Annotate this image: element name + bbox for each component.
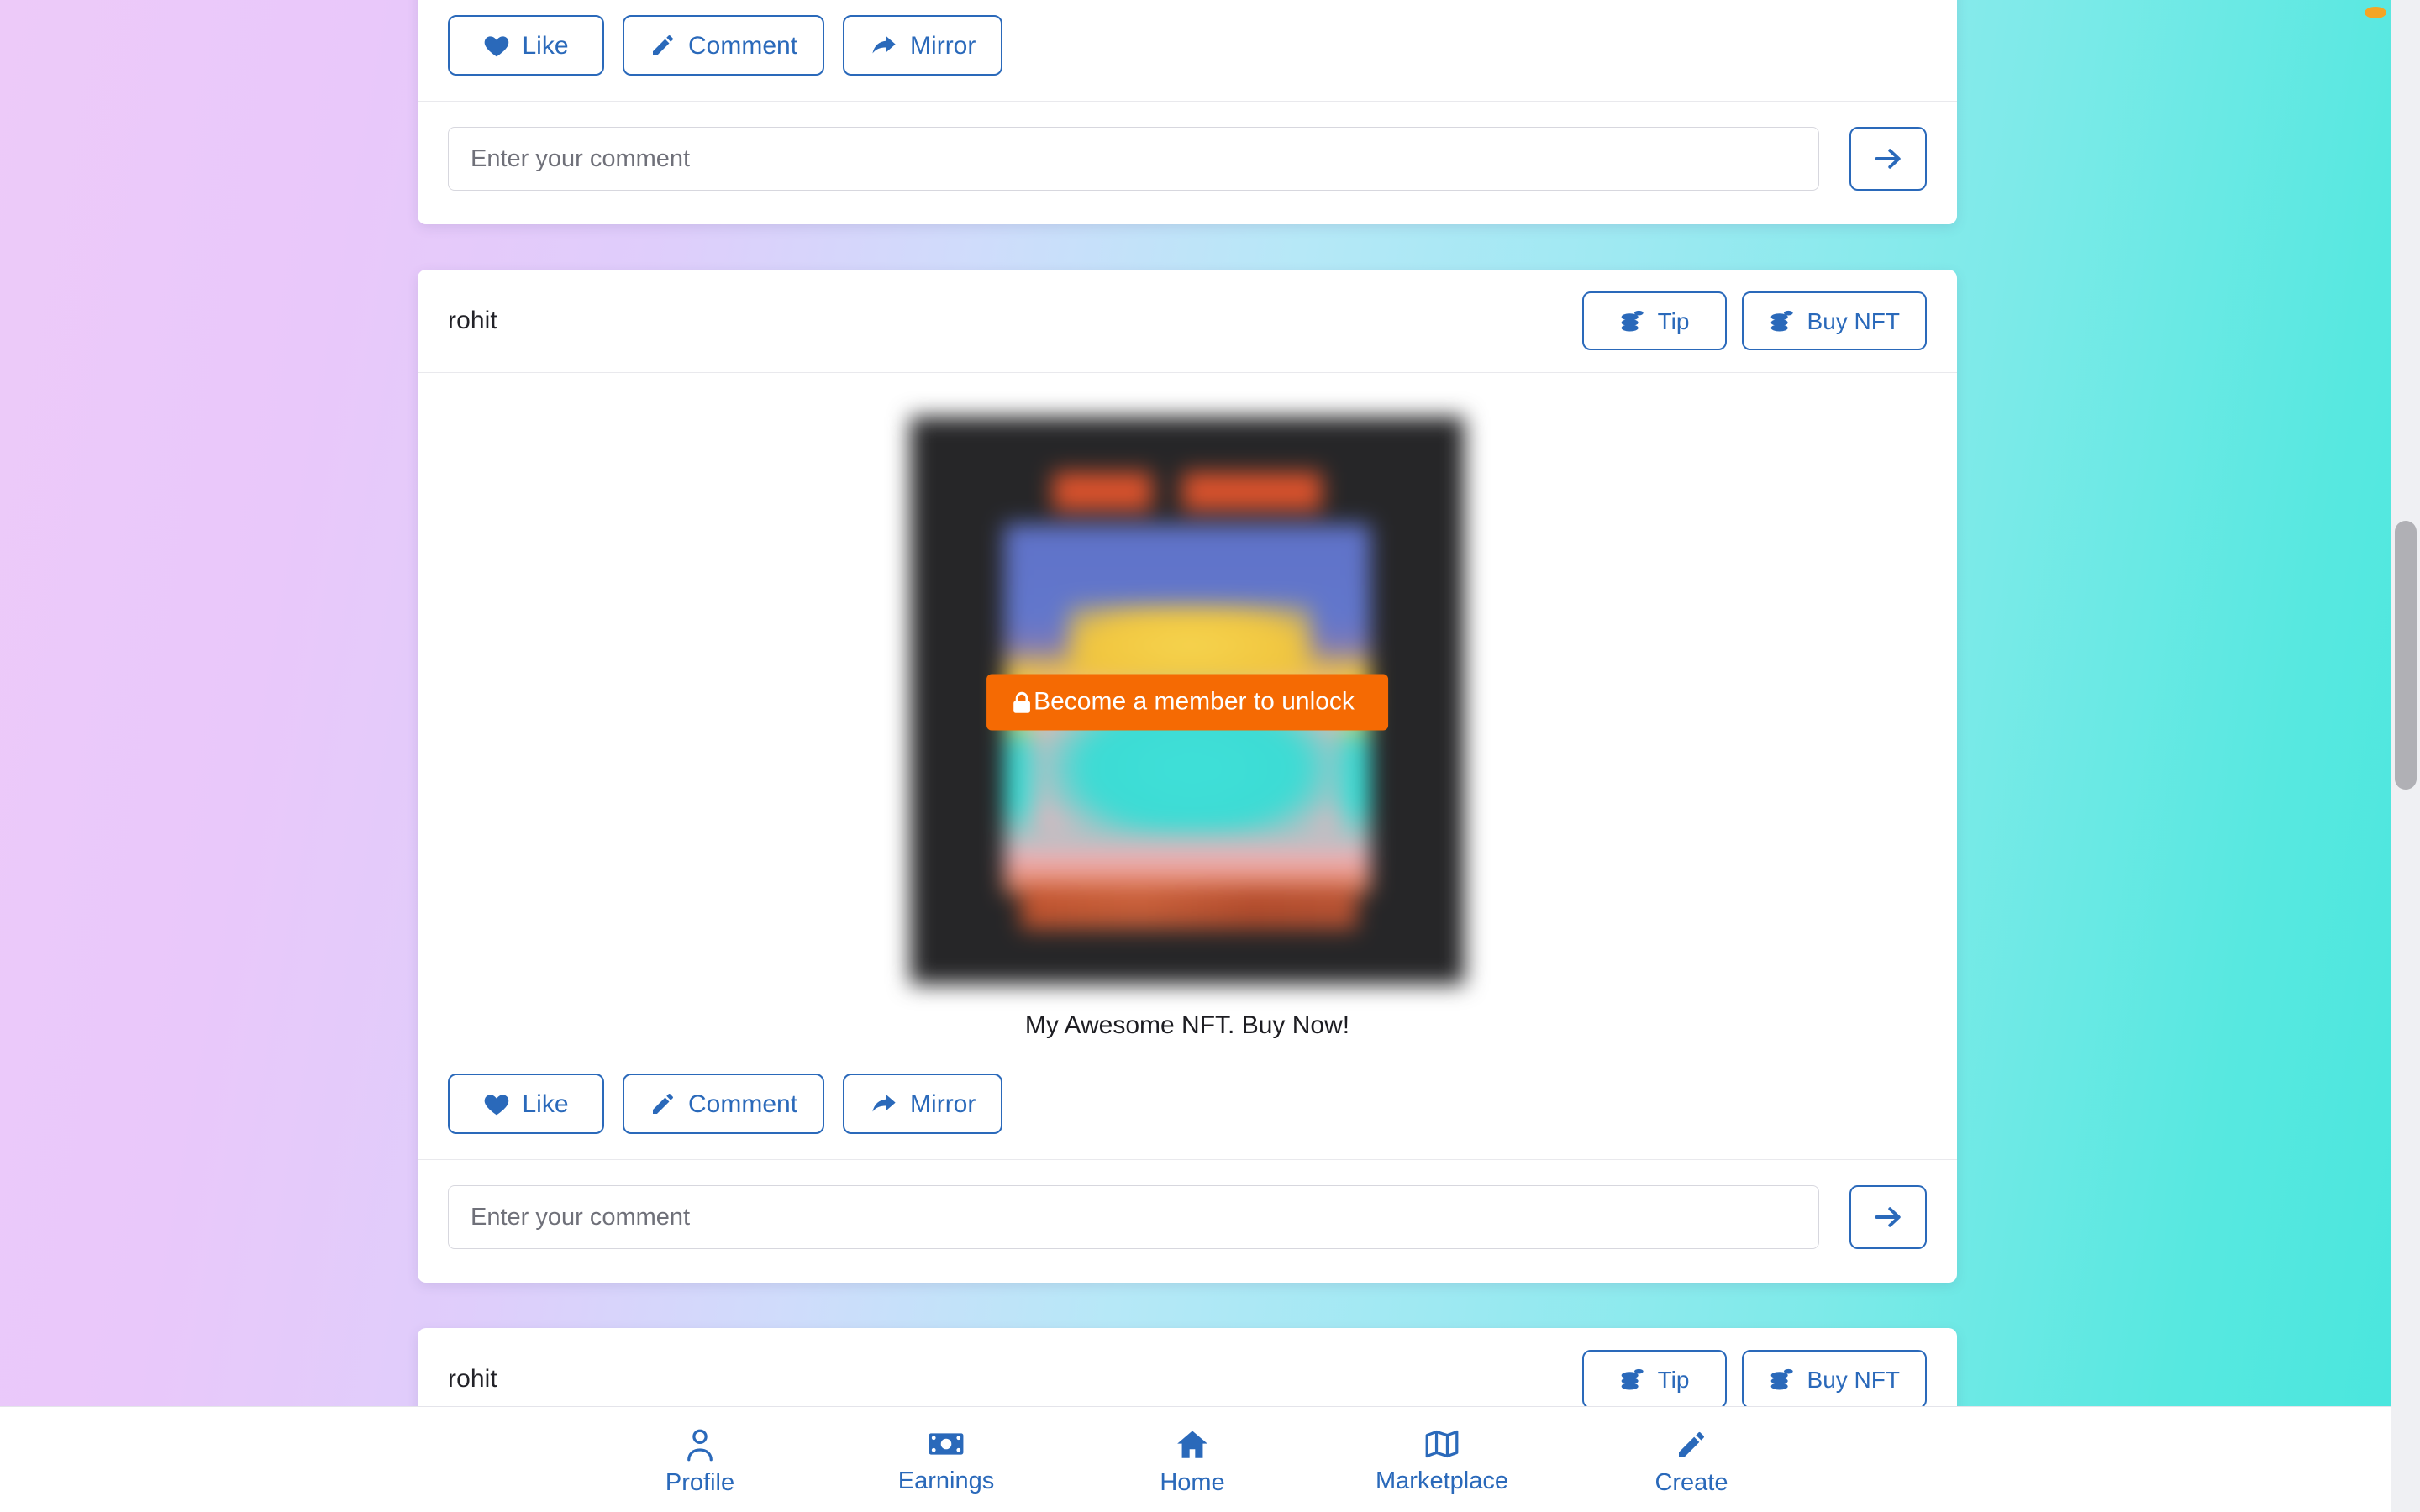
nft-image-frame: Become a member to unlock (900, 408, 1475, 996)
nav-item-profile[interactable]: Profile (637, 1427, 763, 1495)
pencil-icon (1675, 1427, 1708, 1462)
like-button[interactable]: Like (448, 15, 604, 76)
like-button-label: Like (522, 1090, 569, 1118)
comment-input[interactable] (448, 127, 1819, 191)
heart-icon (483, 33, 510, 58)
page-viewport: Like Comment Mirror Enter your comment r… (0, 0, 2391, 1512)
tip-button[interactable]: Tip (1581, 1350, 1727, 1409)
heart-icon (483, 1091, 510, 1116)
comment-button-label: Comment (688, 1090, 798, 1118)
like-button[interactable]: Like (448, 1074, 604, 1134)
coins-icon (1769, 1367, 1796, 1392)
nav-label-earnings: Earnings (897, 1467, 995, 1494)
nav-item-home[interactable]: Home (1129, 1427, 1255, 1495)
coins-icon (1619, 308, 1646, 333)
pencil-icon (650, 1090, 676, 1117)
send-comment-button[interactable] (1849, 127, 1927, 191)
tip-button-label: Tip (1657, 1367, 1690, 1393)
arrow-right-icon (1873, 146, 1903, 171)
nav-label-create: Create (1655, 1469, 1728, 1496)
post-media: Become a member to unlock My Awesome NFT… (418, 373, 1957, 1052)
mouse-cursor-pointer (2365, 7, 2386, 18)
lock-icon (1012, 691, 1032, 714)
nav-item-marketplace[interactable]: Marketplace (1376, 1427, 1508, 1494)
post-card-1: Like Comment Mirror (418, 0, 1957, 224)
comment-input[interactable] (448, 1185, 1819, 1249)
post-caption: My Awesome NFT. Buy Now! (1024, 1011, 1350, 1039)
post-header: rohit Tip Buy NFT (418, 270, 1957, 373)
post-feed: Like Comment Mirror Enter your comment r… (418, 0, 1957, 1431)
buy-nft-button-label: Buy NFT (1807, 1367, 1900, 1393)
arrow-right-icon (1873, 1205, 1903, 1230)
mirror-button[interactable]: Mirror (843, 15, 1003, 76)
mirror-button[interactable]: Mirror (843, 1074, 1003, 1134)
home-icon (1175, 1427, 1210, 1462)
vertical-scrollbar-track[interactable] (2391, 0, 2420, 1512)
coins-icon (1769, 308, 1796, 333)
send-comment-button[interactable] (1849, 1185, 1927, 1249)
like-button-label: Like (522, 32, 569, 60)
post-header-actions: Tip Buy NFT (1581, 291, 1927, 350)
comment-row (418, 102, 1957, 224)
buy-nft-button-label: Buy NFT (1807, 308, 1900, 334)
comment-button[interactable]: Comment (623, 15, 825, 76)
post-action-row: Like Comment Mirror (418, 0, 1957, 102)
tip-button-label: Tip (1657, 308, 1690, 334)
nft-artwork-title-text (910, 472, 1465, 511)
post-username: rohit (448, 1365, 497, 1393)
map-icon (1424, 1427, 1460, 1461)
nav-label-marketplace: Marketplace (1376, 1467, 1508, 1494)
mirror-button-label: Mirror (910, 32, 976, 60)
buy-nft-button[interactable]: Buy NFT (1741, 1350, 1927, 1409)
person-icon (683, 1427, 717, 1462)
become-member-unlock-button[interactable]: Become a member to unlock (986, 674, 1388, 731)
post-header-actions: Tip Buy NFT (1581, 1350, 1927, 1409)
comment-button-label: Comment (688, 32, 798, 60)
share-arrow-icon (870, 33, 898, 58)
nav-label-home: Home (1160, 1469, 1225, 1496)
comment-button[interactable]: Comment (623, 1074, 825, 1134)
comment-row (418, 1160, 1957, 1283)
post-username: rohit (448, 307, 497, 334)
coins-icon (1619, 1367, 1646, 1392)
nav-item-earnings[interactable]: Earnings (883, 1427, 1009, 1494)
pencil-icon (650, 32, 676, 59)
share-arrow-icon (870, 1091, 898, 1116)
nav-label-profile: Profile (665, 1469, 735, 1496)
vertical-scrollbar-thumb[interactable] (2395, 521, 2417, 790)
banknote-icon (928, 1427, 965, 1461)
post-card-2: rohit Tip Buy NFT Become a member to unl… (418, 270, 1957, 1283)
nav-item-create[interactable]: Create (1628, 1427, 1754, 1495)
bottom-navigation-bar: Profile Earnings Home Marketplace Create (0, 1406, 2391, 1512)
buy-nft-button[interactable]: Buy NFT (1741, 291, 1927, 350)
unlock-banner-label: Become a member to unlock (1034, 687, 1355, 716)
nft-artwork-footer-text (1021, 885, 1357, 929)
mirror-button-label: Mirror (910, 1090, 976, 1118)
post-action-row: Like Comment Mirror (418, 1052, 1957, 1160)
tip-button[interactable]: Tip (1581, 291, 1727, 350)
